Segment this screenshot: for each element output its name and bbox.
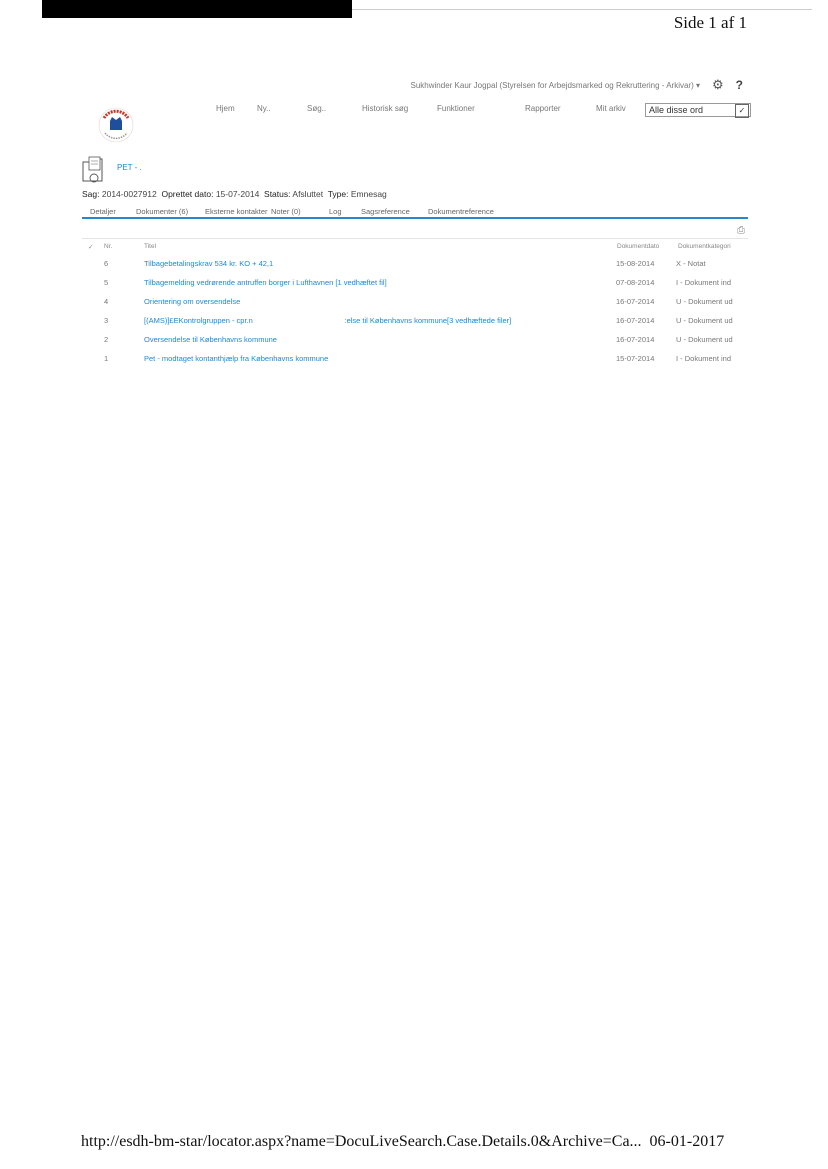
nav-reports[interactable]: Rapporter [525, 104, 561, 113]
document-date: 07-08-2014 [616, 278, 655, 287]
document-category: U - Dokument ud [676, 316, 733, 325]
document-title-link[interactable]: Oversendelse til Københavns kommune [144, 335, 277, 344]
document-date: 15-07-2014 [616, 354, 655, 363]
help-icon[interactable]: ? [736, 78, 743, 92]
case-meta: Sag: 2014-0027912 Oprettet dato: 15-07-2… [82, 189, 387, 199]
agency-logo [98, 107, 134, 143]
table-row[interactable]: 1 Pet - modtaget kontanthjælp fra Københ… [82, 354, 752, 373]
user-bar: Sukhwinder Kaur Jogpal (Styrelsen for Ar… [411, 77, 743, 93]
tab-document-reference[interactable]: Dokumentreference [428, 207, 494, 216]
print-footer: http://esdh-bm-star/locator.aspx?name=Do… [81, 1133, 724, 1151]
document-category: I - Dokument ind [676, 278, 732, 287]
row-nr: 4 [104, 297, 109, 306]
row-nr: 3 [104, 316, 109, 325]
document-title-link[interactable]: Tilbagemelding vedrørende antruffen borg… [144, 278, 387, 287]
tab-log[interactable]: Log [329, 207, 342, 216]
column-header-title[interactable]: Titel [144, 243, 156, 250]
tab-documents[interactable]: Dokumenter (6) [136, 207, 188, 216]
row-nr: 6 [104, 259, 109, 268]
table-header-divider [82, 238, 748, 239]
nav-home[interactable]: Hjem [216, 104, 235, 113]
table-row[interactable]: 4 Orientering om oversendelse 16-07-2014… [82, 297, 752, 316]
nav-search[interactable]: Søg.. [307, 104, 326, 113]
document-date: 16-07-2014 [616, 316, 655, 325]
document-date: 16-07-2014 [616, 297, 655, 306]
nav-functions[interactable]: Funktioner [437, 104, 475, 113]
document-title-link[interactable]: Orientering om oversendelse [144, 297, 240, 306]
tab-notes[interactable]: Noter (0) [271, 207, 301, 216]
document-date: 15-08-2014 [616, 259, 655, 268]
row-nr: 2 [104, 335, 109, 344]
top-divider [352, 9, 812, 10]
footer-url: http://esdh-bm-star/locator.aspx?name=Do… [81, 1133, 642, 1150]
table-row[interactable]: 5 Tilbagemelding vedrørende antruffen bo… [82, 278, 752, 297]
nav-historic-search[interactable]: Historisk søg [362, 104, 408, 113]
page-number: Side 1 af 1 [673, 13, 747, 32]
gear-icon[interactable]: ⚙ [712, 77, 724, 93]
user-name[interactable]: Sukhwinder Kaur Jogpal (Styrelsen for Ar… [411, 81, 700, 90]
chevron-down-icon[interactable]: ✓ [735, 104, 749, 118]
case-folder-icon [82, 156, 103, 183]
printer-icon[interactable]: ⎙ [737, 225, 745, 236]
nav-new[interactable]: Ny.. [257, 104, 271, 113]
table-row[interactable]: 6 Tilbagebetalingskrav 534 kr. KO + 42,1… [82, 259, 752, 278]
document-category: X - Notat [676, 259, 706, 268]
document-title-link[interactable]: Tilbagebetalingskrav 534 kr. KO + 42,1 [144, 259, 273, 268]
column-header-date[interactable]: Dokumentdato [617, 243, 659, 250]
document-category: U - Dokument ud [676, 335, 733, 344]
table-row[interactable]: 2 Oversendelse til Københavns kommune 16… [82, 335, 752, 354]
document-date: 16-07-2014 [616, 335, 655, 344]
document-title-link[interactable]: Pet - modtaget kontanthjælp fra Københav… [144, 354, 328, 363]
tab-details[interactable]: Detaljer [90, 207, 116, 216]
tab-external-contacts[interactable]: Eksterne kontakter [205, 207, 268, 216]
table-row[interactable]: 3 [(AMS)]£EKontrolgruppen - cpr.n :else … [82, 316, 752, 335]
row-nr: 1 [104, 354, 109, 363]
tab-case-reference[interactable]: Sagsreference [361, 207, 410, 216]
case-name-link[interactable]: PET - . [117, 163, 142, 172]
document-category: U - Dokument ud [676, 297, 733, 306]
column-header-category[interactable]: Dokumentkategori [678, 243, 731, 250]
footer-date: 06-01-2017 [649, 1133, 725, 1150]
search-mode-select[interactable]: Alle disse ord ✓ [645, 103, 751, 118]
tab-underline [82, 217, 748, 219]
redaction-bar [42, 0, 352, 18]
column-header-nr[interactable]: Nr. [104, 243, 112, 250]
select-all-checkbox[interactable]: ✓ [88, 243, 93, 251]
nav-my-archive[interactable]: Mit arkiv [596, 104, 626, 113]
row-nr: 5 [104, 278, 109, 287]
document-title-link[interactable]: [(AMS)]£EKontrolgruppen - cpr.n :else ti… [144, 316, 511, 325]
document-category: I - Dokument ind [676, 354, 732, 363]
